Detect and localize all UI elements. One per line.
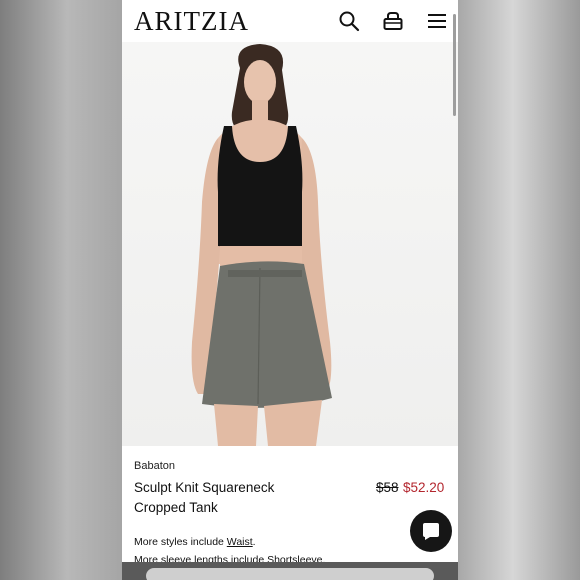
search-icon[interactable]	[338, 10, 360, 32]
product-name: Sculpt Knit Squareneck Cropped Tank	[134, 480, 275, 515]
browser-address-bar[interactable]	[146, 568, 434, 580]
site-header: ARITZIA	[122, 0, 458, 42]
bag-icon[interactable]	[382, 10, 404, 32]
product-image[interactable]	[122, 42, 458, 446]
product-brand[interactable]: Babaton	[134, 460, 452, 472]
background-right	[458, 0, 580, 580]
chat-icon	[423, 523, 439, 540]
background-left	[0, 0, 122, 580]
waist-style-link[interactable]: Waist	[227, 536, 253, 548]
menu-icon[interactable]	[426, 10, 448, 32]
more-styles-text: More styles include Waist.	[134, 536, 256, 548]
phone-screen: ARITZIA Babaton Sculpt Knit Squareneck C…	[122, 0, 458, 580]
more-styles-suffix: .	[252, 536, 256, 548]
product-info: Babaton Sculpt Knit Squareneck Cropped T…	[134, 460, 452, 566]
page-scrollbar[interactable]	[453, 14, 456, 116]
aritzia-logo[interactable]: ARITZIA	[134, 6, 249, 37]
more-styles-prefix: More styles include	[134, 536, 227, 548]
chat-button[interactable]	[410, 510, 452, 552]
sale-price: $52.20	[403, 480, 445, 495]
original-price: $58	[376, 480, 399, 495]
